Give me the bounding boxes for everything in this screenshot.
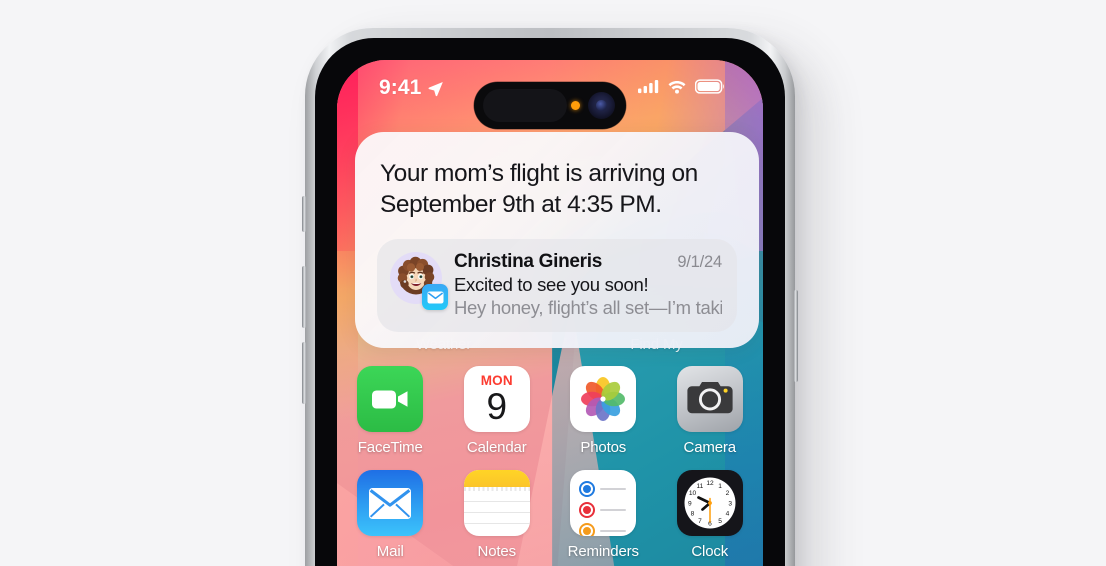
reminder-line: [600, 487, 627, 491]
status-time: 9:41: [379, 76, 422, 99]
wifi-icon: [668, 81, 686, 94]
notes-perforation: [463, 487, 530, 491]
camera-icon[interactable]: [676, 366, 743, 432]
app-clock[interactable]: 12 1 2 3 4 5 6 7 8 9 10 11 Clock: [657, 470, 764, 560]
side-power-button[interactable]: [794, 290, 798, 382]
iphone-screen: 9:41 Your mom’s flight is arriving on Se…: [337, 60, 763, 566]
notification-preview: Hey honey, flight’s all set—I’m takin…: [454, 297, 722, 319]
screenshot-stage: 9:41 Your mom’s flight is arriving on Se…: [0, 0, 1106, 566]
envelope-glyph: [369, 487, 412, 519]
notification-date: 9/1/24: [677, 253, 722, 272]
app-label: Photos: [580, 439, 627, 456]
app-notes[interactable]: Notes: [444, 470, 551, 560]
volume-down-button[interactable]: [302, 342, 306, 404]
notification-sender: Christina Gineris: [454, 251, 602, 273]
clock-numeral: 3: [728, 500, 732, 507]
reminder-line: [600, 529, 627, 533]
app-mail[interactable]: Mail: [337, 470, 444, 560]
notification-subject: Excited to see you soon!: [454, 274, 649, 296]
notification-item[interactable]: Christina Gineris 9/1/24 Excited to see …: [377, 239, 737, 333]
notes-icon[interactable]: [463, 470, 530, 536]
facetime-icon[interactable]: [357, 366, 424, 432]
action-button[interactable]: [302, 196, 306, 232]
app-camera[interactable]: Camera: [657, 366, 764, 456]
photos-icon[interactable]: [570, 366, 637, 432]
clock-numeral: 10: [689, 490, 697, 497]
mail-icon[interactable]: [357, 470, 424, 536]
location-arrow-icon: [428, 81, 444, 96]
notification-text-block: Christina Gineris 9/1/24 Excited to see …: [454, 250, 722, 319]
notification-summary-card[interactable]: Your mom’s flight is arriving on Septemb…: [355, 132, 759, 349]
app-photos[interactable]: Photos: [550, 366, 657, 456]
notes-rule: [463, 523, 530, 525]
reminder-dot-red: [581, 504, 594, 516]
device-bezel: 9:41 Your mom’s flight is arriving on Se…: [315, 38, 785, 566]
clock-numeral: 2: [725, 490, 729, 497]
clock-numeral: 12: [706, 480, 714, 487]
status-bar-left: 9:41: [379, 76, 444, 100]
home-screen-app-grid: FaceTime MON 9 Calendar Photos Camera Ma…: [337, 366, 763, 566]
reminder-row: [581, 525, 627, 536]
app-label: Notes: [477, 543, 517, 560]
reminder-dot-blue: [581, 483, 594, 495]
microphone-in-use-indicator-icon: [571, 101, 580, 110]
app-facetime[interactable]: FaceTime: [337, 366, 444, 456]
avatar: [390, 252, 448, 311]
clock-numeral: 5: [718, 518, 722, 525]
app-row: FaceTime MON 9 Calendar Photos Camera: [337, 366, 763, 456]
app-reminders[interactable]: Reminders: [550, 470, 657, 560]
notification-header: Christina Gineris 9/1/24: [454, 251, 722, 273]
video-camera-glyph: [372, 390, 408, 409]
clock-numeral: 1: [718, 483, 722, 490]
front-camera-lens-icon: [588, 92, 615, 119]
calendar-day-number: 9: [486, 386, 508, 427]
notes-header-band: [463, 470, 530, 487]
app-row: Mail Notes Reminders 12 1 2 3 4 5 6 7 8 …: [337, 470, 763, 560]
clock-numeral: 8: [690, 510, 694, 517]
app-label: FaceTime: [357, 439, 423, 456]
notes-rule: [463, 501, 530, 503]
envelope-icon: [427, 291, 443, 304]
app-calendar[interactable]: MON 9 Calendar: [444, 366, 551, 456]
clock-face-glyph: 12 1234567891011: [684, 477, 736, 529]
dynamic-island[interactable]: [474, 82, 626, 129]
status-bar-right: [638, 79, 725, 94]
notes-rule: [463, 512, 530, 514]
app-label: Camera: [683, 439, 737, 456]
clock-icon[interactable]: 12 1 2 3 4 5 6 7 8 9 10 11: [676, 470, 743, 536]
clock-numeral: 7: [698, 518, 702, 525]
dynamic-island-pill: [483, 89, 567, 122]
mail-app-badge: [422, 284, 448, 311]
app-label: Clock: [691, 543, 729, 560]
battery-icon: [695, 79, 725, 94]
calendar-icon[interactable]: MON 9: [463, 366, 530, 432]
volume-up-button[interactable]: [302, 266, 306, 328]
cellular-signal-icon: [638, 80, 659, 94]
reminder-dot-orange: [581, 525, 594, 536]
iphone-device: 9:41 Your mom’s flight is arriving on Se…: [302, 28, 798, 566]
app-label: Reminders: [567, 543, 639, 560]
reminder-row: [581, 483, 627, 495]
ai-summary-text: Your mom’s flight is arriving on Septemb…: [380, 160, 698, 219]
clock-numeral: 11: [696, 483, 703, 490]
photos-pinwheel-glyph: [581, 377, 626, 421]
camera-glyph: [687, 382, 733, 414]
reminders-icon[interactable]: [570, 470, 637, 536]
clock-numeral: 9: [688, 500, 692, 507]
reminder-line: [600, 508, 627, 512]
app-label: Mail: [376, 543, 404, 560]
reminder-row: [581, 504, 627, 516]
app-label: Calendar: [466, 439, 527, 456]
clock-numeral: 4: [725, 510, 729, 517]
